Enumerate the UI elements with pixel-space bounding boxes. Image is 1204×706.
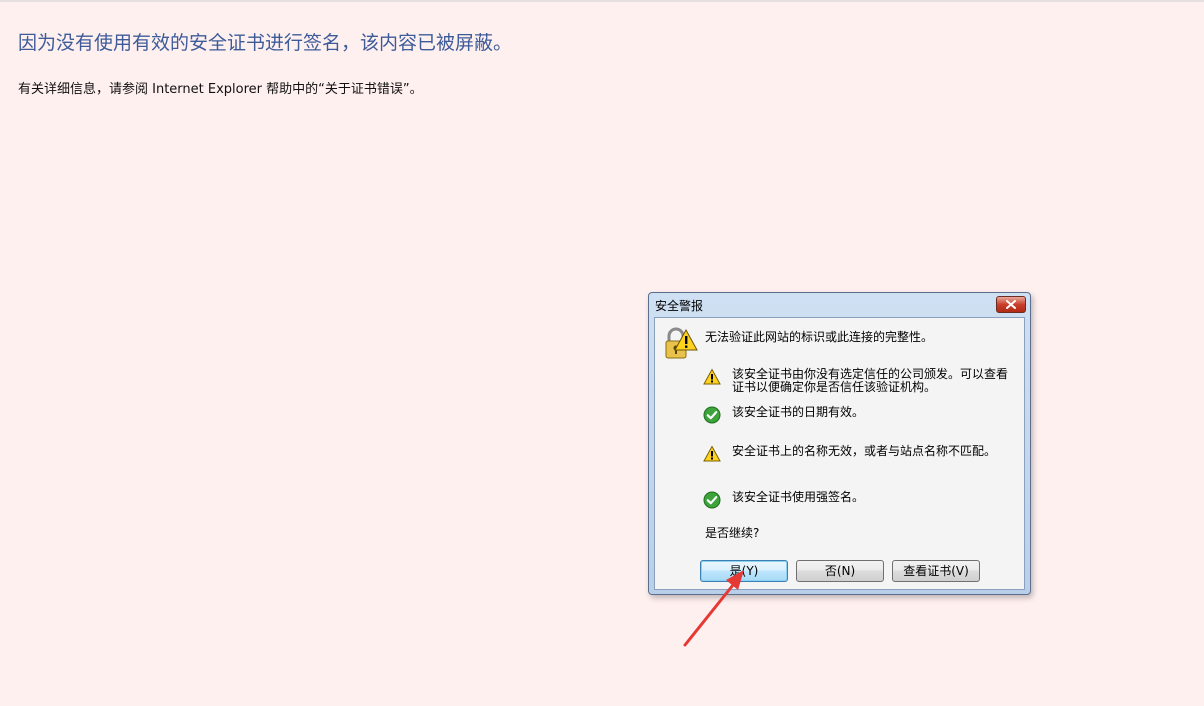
cert-item-text: 该安全证书的日期有效。 [732, 405, 865, 419]
main-message: 无法验证此网站的标识或此连接的完整性。 [705, 330, 934, 344]
check-icon [703, 491, 721, 509]
close-button[interactable] [996, 296, 1026, 313]
cert-item-text: 安全证书上的名称无效，或者与站点名称不匹配。 [732, 444, 997, 458]
cert-item-text: 该安全证书使用强签名。 [732, 490, 865, 504]
cert-item-issuer: 该安全证书由你没有选定信任的公司颁发。可以查看证书以便确定你是否信任该验证机构。 [703, 368, 1013, 398]
lock-warning-icon [665, 327, 698, 359]
close-icon [1006, 300, 1016, 309]
cert-item-date: 该安全证书的日期有效。 [703, 406, 1013, 424]
warning-icon [703, 368, 721, 385]
page-heading: 因为没有使用有效的安全证书进行签名，该内容已被屏蔽。 [18, 32, 513, 54]
check-icon [703, 406, 721, 424]
warning-icon [703, 445, 721, 462]
cert-item-text: 该安全证书由你没有选定信任的公司颁发。可以查看证书以便确定你是否信任该验证机构。 [732, 367, 1009, 394]
top-border [0, 0, 1204, 2]
security-alert-dialog: 安全警报 无法验证此网站的标识或此连接的完整性。 该安全证书由你没有选定信任的公… [648, 292, 1031, 595]
dialog-title: 安全警报 [655, 299, 704, 313]
view-certificate-button[interactable]: 查看证书(V) [892, 560, 980, 582]
dialog-body: 无法验证此网站的标识或此连接的完整性。 该安全证书由你没有选定信任的公司颁发。可… [654, 317, 1025, 590]
yes-button[interactable]: 是(Y) [700, 560, 788, 582]
no-button[interactable]: 否(N) [796, 560, 884, 582]
dialog-titlebar[interactable]: 安全警报 [649, 293, 1030, 317]
cert-item-name: 安全证书上的名称无效，或者与站点名称不匹配。 [703, 445, 1013, 463]
continue-prompt: 是否继续? [705, 526, 760, 540]
page-detail-text: 有关详细信息，请参阅 Internet Explorer 帮助中的“关于证书错误… [18, 82, 423, 97]
cert-item-signature: 该安全证书使用强签名。 [703, 491, 1013, 509]
